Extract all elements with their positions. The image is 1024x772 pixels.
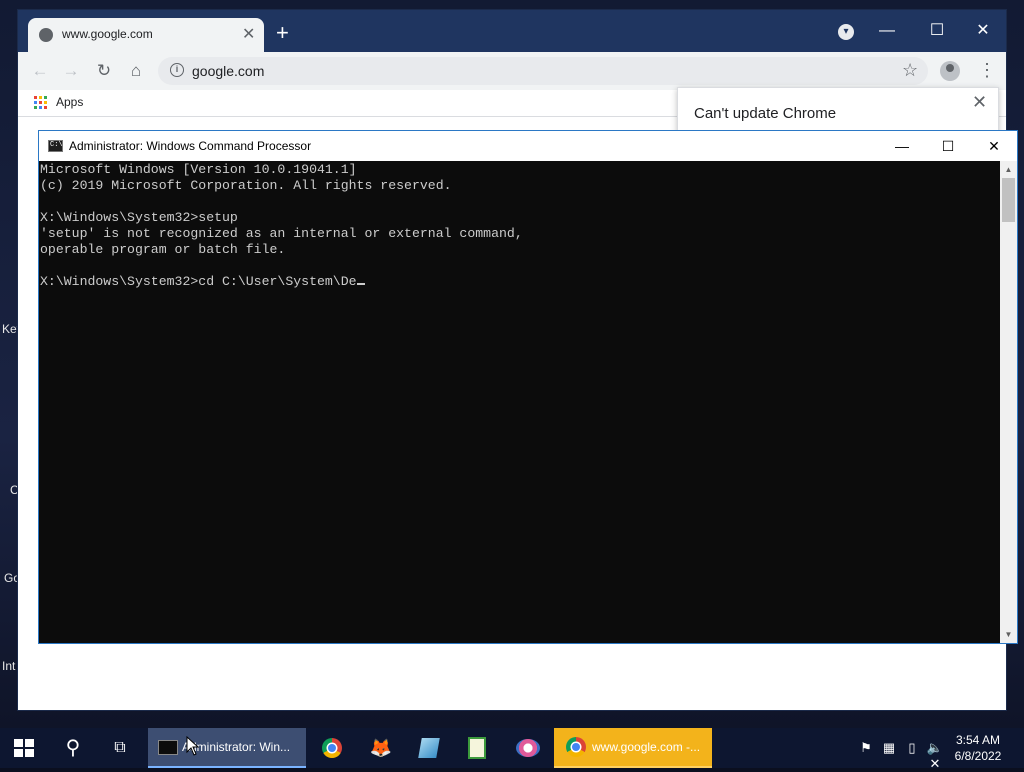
- scroll-up-arrow-icon[interactable]: ▲: [1000, 161, 1017, 178]
- maximize-button[interactable]: ☐: [925, 131, 971, 161]
- apps-grid-dot: [44, 96, 47, 99]
- cmd-titlebar[interactable]: C:\ Administrator: Windows Command Proce…: [39, 131, 1017, 161]
- popup-close-icon[interactable]: ✕: [972, 92, 987, 113]
- clock-time: 3:54 AM: [955, 733, 1001, 747]
- apps-grid-icon[interactable]: [34, 96, 47, 109]
- paint-app-icon[interactable]: [516, 739, 540, 757]
- mouse-pointer-icon: [186, 736, 200, 756]
- apps-grid-dot: [39, 106, 42, 109]
- battery-icon[interactable]: ▯: [904, 740, 920, 756]
- command-input-text[interactable]: X:\Windows\System32>cd C:\User\System\De: [40, 274, 357, 289]
- windows-logo-icon: [14, 739, 34, 757]
- search-icon[interactable]: ⚲: [50, 728, 96, 768]
- close-button[interactable]: ✕: [960, 16, 1006, 46]
- chrome-toolbar: ← → ↻ ⌂ i google.com ☆ ⋮: [18, 52, 1006, 90]
- console-line: X:\Windows\System32>setup: [40, 210, 238, 225]
- volume-muted-icon[interactable]: 🔈✕: [924, 740, 946, 771]
- clock-date: 6/8/2022: [954, 749, 1002, 763]
- apps-grid-dot: [34, 106, 37, 109]
- tab-title: www.google.com: [62, 27, 153, 41]
- editor-app-icon[interactable]: [468, 737, 486, 759]
- profile-avatar-icon[interactable]: [940, 61, 960, 81]
- reload-button[interactable]: ↻: [93, 60, 115, 82]
- desktop-icon-label[interactable]: Int: [2, 659, 15, 673]
- browser-tab[interactable]: www.google.com ✕: [28, 18, 264, 52]
- apps-grid-dot: [44, 106, 47, 109]
- apps-grid-dot: [34, 96, 37, 99]
- command-prompt-window: C:\ Administrator: Windows Command Proce…: [38, 130, 1018, 644]
- taskbar-item-label: www.google.com -...: [592, 740, 701, 754]
- chrome-titlebar[interactable]: www.google.com ✕ + ▾ — ☐ ✕: [18, 10, 1006, 52]
- new-tab-button[interactable]: +: [276, 22, 289, 44]
- tray-flag-icon[interactable]: ⚑: [858, 740, 874, 756]
- apps-grid-dot: [44, 101, 47, 104]
- address-bar[interactable]: i google.com ☆: [158, 57, 928, 85]
- address-bar-url[interactable]: google.com: [192, 63, 264, 79]
- console-line: Microsoft Windows [Version 10.0.19041.1]: [40, 162, 357, 177]
- console-line: 'setup' is not recognized as an internal…: [40, 226, 523, 241]
- scroll-thumb[interactable]: [1002, 178, 1015, 222]
- minimize-button[interactable]: —: [879, 131, 925, 161]
- console-line: (c) 2019 Microsoft Corporation. All righ…: [40, 178, 452, 193]
- back-button[interactable]: ←: [29, 60, 51, 82]
- apps-grid-dot: [39, 96, 42, 99]
- maximize-button[interactable]: ☐: [914, 16, 960, 46]
- task-view-icon[interactable]: ⧉: [97, 728, 143, 768]
- window-title: Administrator: Windows Command Processor: [69, 139, 312, 153]
- popup-title: Can't update Chrome: [694, 105, 837, 122]
- scroll-down-arrow-icon[interactable]: ▼: [1000, 626, 1017, 643]
- globe-icon: [39, 28, 53, 42]
- vertical-scrollbar[interactable]: ▲ ▼: [1000, 161, 1017, 643]
- info-icon[interactable]: i: [170, 63, 184, 77]
- text-cursor: [356, 283, 365, 285]
- start-button[interactable]: [0, 728, 48, 768]
- chrome-icon: [566, 737, 586, 757]
- tab-search-button[interactable]: ▾: [838, 24, 854, 40]
- chrome-menu-icon[interactable]: ⋮: [978, 60, 996, 81]
- notepad-app-icon[interactable]: [418, 738, 440, 758]
- console-line: operable program or batch file.: [40, 242, 286, 257]
- taskbar-item-chrome[interactable]: www.google.com -...: [554, 728, 712, 768]
- clock[interactable]: 3:54 AM 6/8/2022: [948, 732, 1008, 764]
- command-input-line[interactable]: X:\Windows\System32>cd C:\User\System\De: [40, 274, 365, 290]
- minimize-button[interactable]: —: [864, 16, 910, 46]
- taskbar: ⚲ ⧉ Administrator: Win... 🦊 www.google.c…: [0, 728, 1024, 771]
- apps-shortcut[interactable]: Apps: [56, 95, 83, 109]
- bookmark-star-icon[interactable]: ☆: [902, 60, 918, 81]
- home-button[interactable]: ⌂: [125, 60, 147, 82]
- apps-grid-dot: [39, 101, 42, 104]
- close-button[interactable]: ✕: [971, 131, 1017, 161]
- tab-close-icon[interactable]: ✕: [242, 24, 255, 44]
- cmd-app-icon: C:\: [48, 140, 63, 152]
- taskbar-item-cmd[interactable]: Administrator: Win...: [148, 728, 306, 768]
- console-output[interactable]: Microsoft Windows [Version 10.0.19041.1]…: [39, 161, 999, 643]
- cmd-icon: [158, 740, 178, 755]
- forward-button[interactable]: →: [60, 60, 82, 82]
- apps-grid-dot: [34, 101, 37, 104]
- chrome-icon[interactable]: [322, 738, 342, 758]
- firefox-icon[interactable]: 🦊: [358, 728, 404, 768]
- tray-display-icon[interactable]: ▦: [881, 740, 897, 756]
